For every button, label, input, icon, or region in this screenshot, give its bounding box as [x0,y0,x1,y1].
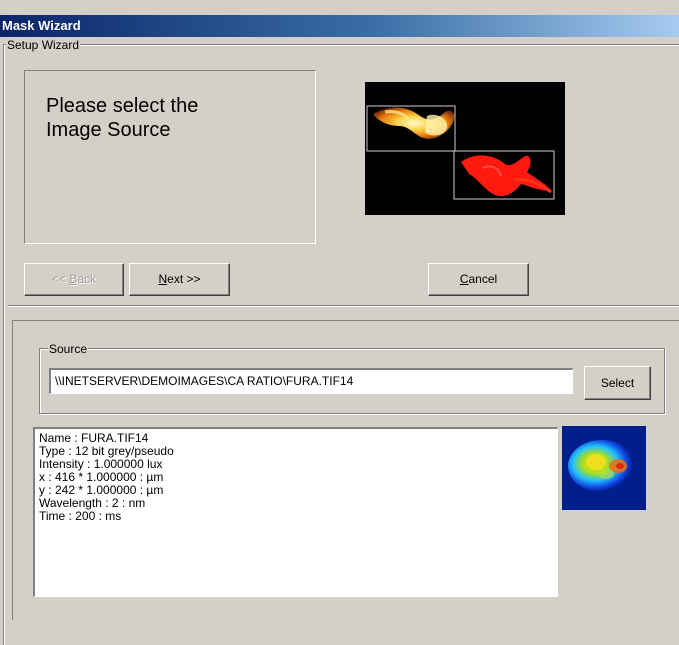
page-title-line-2: Image Source [46,119,171,141]
next-button-label: ext >> [167,272,201,286]
page-title-line-1: Please select the [46,95,199,117]
select-button-label: Select [600,376,635,390]
image-time-line: Time : 200 : ms [39,509,122,523]
image-thumbnail [562,426,646,510]
title-bar: Mask Wizard [0,15,679,37]
cancel-button[interactable]: Cancel [428,263,529,296]
window-title: Mask Wizard [2,18,81,33]
page-title: Please select the Image Source [46,94,296,142]
back-button-label: ack [77,272,97,286]
next-button-accelerator: N [158,272,168,286]
masked-flame-image [461,155,552,197]
wizard-illustration [365,82,565,215]
section-divider-highlight [8,306,679,307]
back-button[interactable]: << Back [24,263,124,296]
wizard-illustration-graphic [366,105,555,200]
next-button[interactable]: Next >> [129,263,230,296]
setup-wizard-group-label: Setup Wizard [6,38,81,52]
image-info-box[interactable]: Name : FURA.TIF14 Type : 12 bit grey/pse… [33,427,558,597]
source-path-value: \\INETSERVER\DEMOIMAGES\CA RATIO\FURA.TI… [55,374,354,388]
back-button-prefix: << [51,272,70,286]
source-group-label: Source [48,342,89,356]
source-path-input[interactable]: \\INETSERVER\DEMOIMAGES\CA RATIO\FURA.TI… [49,368,573,394]
select-button[interactable]: Select [584,366,651,400]
source-flame-image [373,107,455,139]
image-thumbnail-graphic [568,440,636,492]
cancel-button-label: ancel [468,272,498,286]
